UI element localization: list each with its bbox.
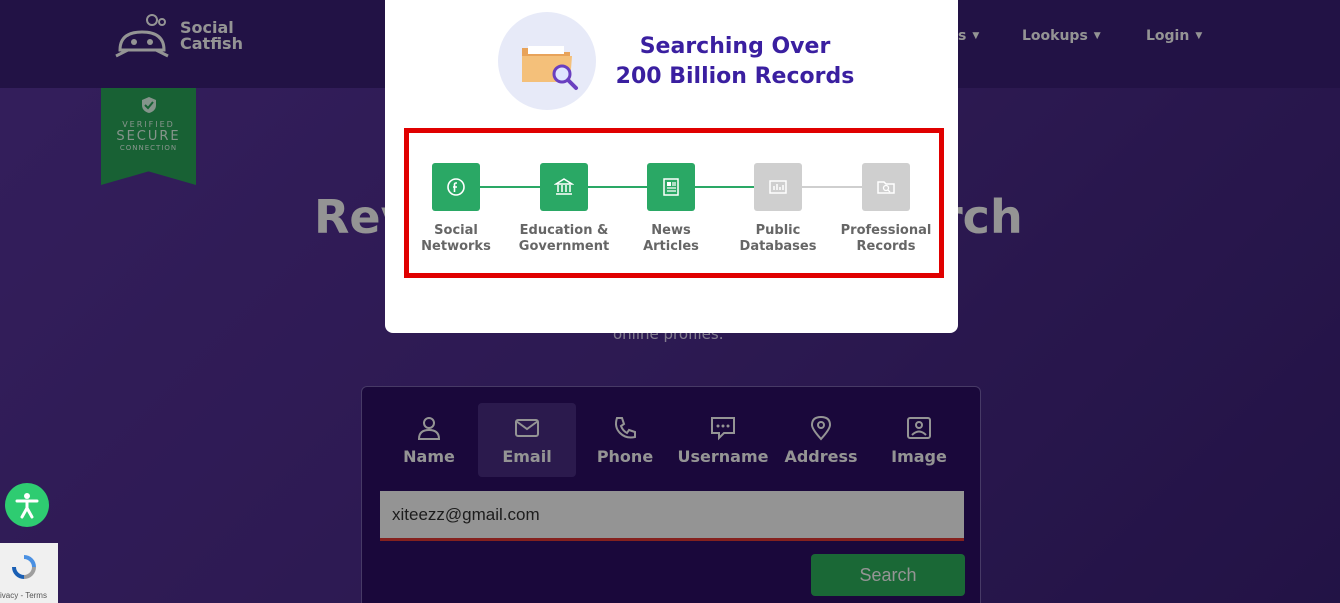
- facebook-icon: [447, 178, 465, 196]
- recaptcha-icon: [12, 555, 36, 579]
- step-education-government: Education & Government: [504, 163, 624, 255]
- folder-search-icon: [877, 181, 895, 194]
- step-news-articles: News Articles: [611, 163, 731, 255]
- folder-search-illustration: [498, 12, 596, 110]
- folder-search-icon: [522, 46, 578, 90]
- modal-title: Searching Over 200 Billion Records: [615, 34, 855, 89]
- searching-modal: Searching Over 200 Billion Records Socia…: [385, 0, 958, 333]
- database-chart-icon: [769, 180, 787, 194]
- accessibility-button[interactable]: [5, 483, 49, 527]
- accessibility-icon: [15, 493, 39, 519]
- bank-icon: [554, 178, 574, 195]
- newspaper-icon: [663, 178, 679, 196]
- step-professional-records: Professional Records: [826, 163, 946, 255]
- recaptcha-links[interactable]: Privacy - Terms: [0, 591, 50, 600]
- recaptcha-badge[interactable]: Privacy - Terms: [0, 543, 58, 603]
- step-public-databases: Public Databases: [718, 163, 838, 255]
- step-social-networks: Social Networks: [396, 163, 516, 255]
